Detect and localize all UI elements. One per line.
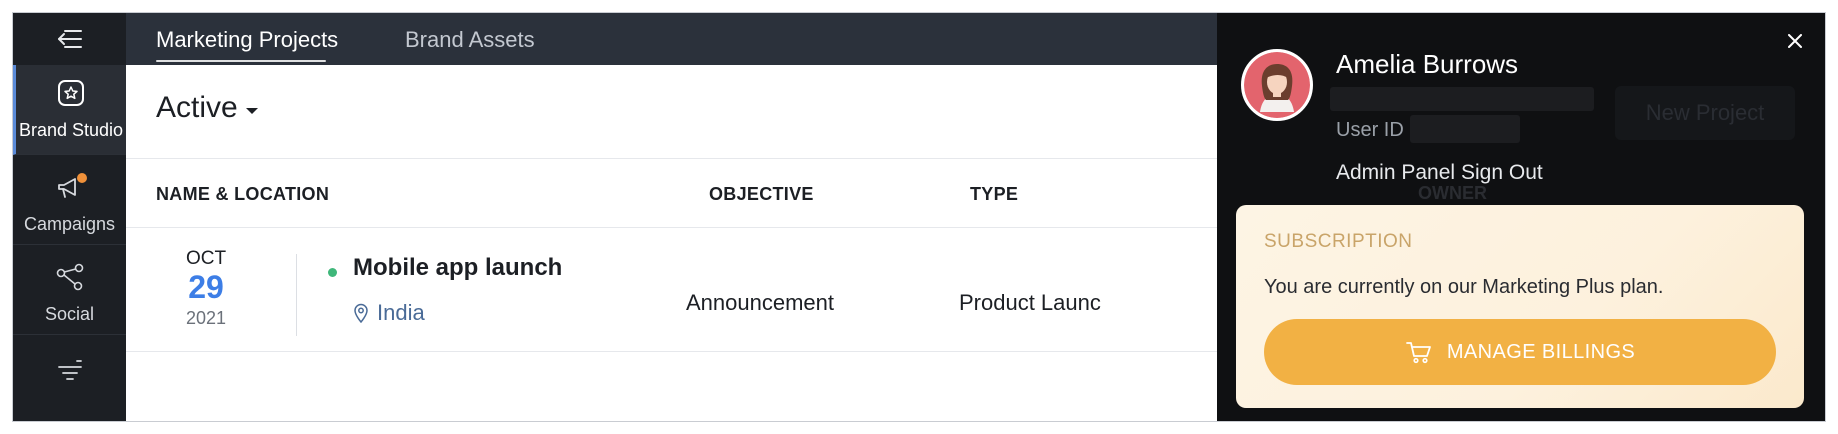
user-name: Amelia Burrows [1336, 49, 1519, 79]
sidebar-item-label: Social [44, 304, 95, 324]
sidebar-item-brand-studio[interactable]: Brand Studio [13, 65, 126, 155]
divider [296, 254, 297, 336]
type-cell: Product Launc [959, 290, 1101, 315]
sidebar-item-filter[interactable] [13, 335, 126, 421]
sidebar-item-label: Campaigns [23, 214, 116, 234]
subscription-title: SUBSCRIPTION [1264, 231, 1413, 252]
tab-marketing-projects[interactable]: Marketing Projects [156, 27, 338, 53]
cart-icon [1405, 342, 1431, 364]
sign-out-link[interactable]: Sign Out [1461, 161, 1543, 185]
location-pin-icon [354, 303, 368, 323]
objective-cell: Announcement [686, 290, 834, 315]
caret-down-icon [245, 108, 258, 114]
manage-billings-button[interactable]: MANAGE BILLINGS [1264, 319, 1776, 385]
collapse-menu-icon [57, 30, 82, 48]
redacted-email [1330, 87, 1594, 111]
date-month: OCT [185, 248, 227, 269]
close-button[interactable] [1783, 29, 1807, 53]
sidebar-item-label: Brand Studio [18, 120, 124, 140]
notification-badge [76, 173, 87, 183]
project-location: India [353, 300, 425, 326]
sidebar-toggle[interactable] [13, 13, 126, 65]
manage-billings-label: MANAGE BILLINGS [1446, 340, 1636, 363]
date-year: 2021 [185, 308, 227, 328]
new-project-button: New Project [1615, 86, 1795, 140]
close-icon [1788, 34, 1802, 48]
redacted-user-id [1410, 115, 1520, 143]
tab-brand-assets[interactable]: Brand Assets [405, 27, 535, 53]
status-indicator [328, 268, 337, 277]
date-day: 29 [188, 269, 224, 305]
sidebar-item-campaigns[interactable]: Campaigns [13, 155, 126, 245]
social-share-icon [55, 263, 85, 296]
column-header-owner: OWNER [1418, 183, 1487, 203]
user-id-label: User ID : [1336, 119, 1415, 141]
project-date: OCT 29 2021 [156, 248, 256, 329]
admin-panel-link[interactable]: Admin Panel [1336, 161, 1455, 185]
user-profile-panel: Amelia Burrows User ID : New Project Adm… [1217, 13, 1825, 421]
status-filter-dropdown[interactable]: Active [156, 91, 258, 125]
active-tab-indicator [156, 60, 326, 62]
column-header-objective[interactable]: OBJECTIVE [709, 184, 814, 205]
sidebar: Brand Studio Campaigns Social [13, 13, 126, 421]
sidebar-item-social[interactable]: Social [13, 245, 126, 335]
status-filter-value: Active [156, 91, 238, 124]
project-name[interactable]: Mobile app launch [353, 254, 562, 282]
location-name: India [377, 300, 425, 325]
brand-studio-icon [57, 79, 85, 112]
column-header-type[interactable]: TYPE [970, 184, 1018, 205]
avatar[interactable] [1241, 49, 1313, 121]
column-header-name[interactable]: NAME & LOCATION [156, 184, 329, 205]
subscription-text: You are currently on our Marketing Plus … [1264, 276, 1664, 298]
megaphone-icon [55, 173, 87, 206]
app-window: Brand Studio Campaigns Social Marketing … [12, 12, 1826, 422]
filter-lines-icon [55, 359, 85, 386]
subscription-card: SUBSCRIPTION You are currently on our Ma… [1236, 205, 1804, 408]
